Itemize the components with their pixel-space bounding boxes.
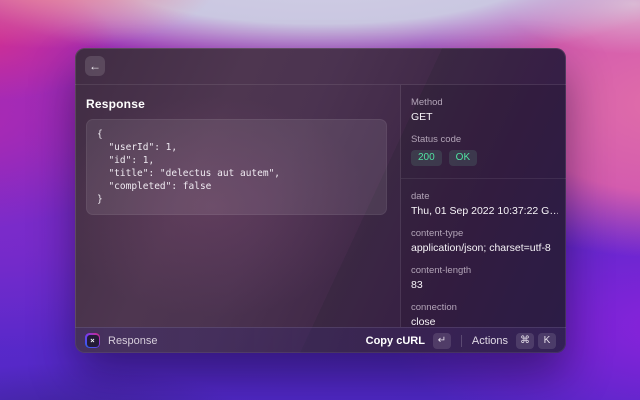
header-row-connection: connection close — [411, 302, 558, 327]
method-value: GET — [411, 111, 558, 123]
header-value: application/json; charset=utf-8 — [411, 242, 558, 254]
window-body: Response { "userId": 1, "id": 1, "title"… — [75, 85, 566, 327]
code-line: "userId": 1, — [97, 141, 376, 154]
window-header: ← — [75, 48, 566, 85]
action-bar-left: × Response — [85, 333, 366, 348]
response-panel: Response { "userId": 1, "id": 1, "title"… — [75, 85, 400, 327]
status-badge-row: 200 OK — [411, 150, 558, 166]
method-section: Method GET — [411, 97, 558, 123]
metadata-sidebar: Method GET Status code 200 OK date Thu, … — [401, 85, 566, 327]
return-key-icon[interactable]: ↵ — [433, 333, 451, 349]
header-label: connection — [411, 302, 558, 313]
status-code-badge: 200 — [411, 150, 442, 166]
method-label: Method — [411, 97, 558, 108]
footer-source-label: Response — [108, 335, 158, 347]
status-code-section: Status code 200 OK — [411, 134, 558, 166]
header-value: 83 — [411, 279, 558, 291]
header-row-content-length: content-length 83 — [411, 265, 558, 291]
actions-button[interactable]: Actions — [472, 335, 508, 347]
back-button[interactable]: ← — [85, 56, 105, 76]
code-line: "title": "delectus aut autem", — [97, 167, 376, 180]
header-value: Thu, 01 Sep 2022 10:37:22 G… — [411, 205, 558, 217]
code-line: "completed": false — [97, 180, 376, 193]
extension-icon: × — [85, 333, 100, 348]
action-bar-right: Copy cURL ↵ Actions ⌘ K — [366, 333, 556, 349]
header-row-content-type: content-type application/json; charset=u… — [411, 228, 558, 254]
command-key-icon: ⌘ — [516, 333, 534, 349]
back-arrow-icon: ← — [89, 60, 101, 72]
header-row-date: date Thu, 01 Sep 2022 10:37:22 G… — [411, 191, 558, 217]
status-code-label: Status code — [411, 134, 558, 145]
sidebar-divider — [401, 178, 566, 179]
header-label: date — [411, 191, 558, 202]
header-label: content-type — [411, 228, 558, 239]
action-bar: × Response Copy cURL ↵ Actions ⌘ K — [75, 327, 566, 353]
code-line: "id": 1, — [97, 154, 376, 167]
copy-curl-button[interactable]: Copy cURL — [366, 335, 425, 347]
status-text-badge: OK — [449, 150, 477, 166]
footer-separator — [461, 335, 462, 347]
extension-icon-glyph: × — [87, 335, 99, 347]
k-key-icon: K — [538, 333, 556, 349]
header-value: close — [411, 316, 558, 327]
code-line: { — [97, 128, 376, 141]
response-title: Response — [86, 97, 387, 111]
raycast-window: ← Response { "userId": 1, "id": 1, "titl… — [75, 48, 566, 353]
code-line: } — [97, 193, 376, 206]
response-json-block[interactable]: { "userId": 1, "id": 1, "title": "delect… — [86, 119, 387, 215]
actions-shortcut: ⌘ K — [516, 333, 556, 349]
header-label: content-length — [411, 265, 558, 276]
